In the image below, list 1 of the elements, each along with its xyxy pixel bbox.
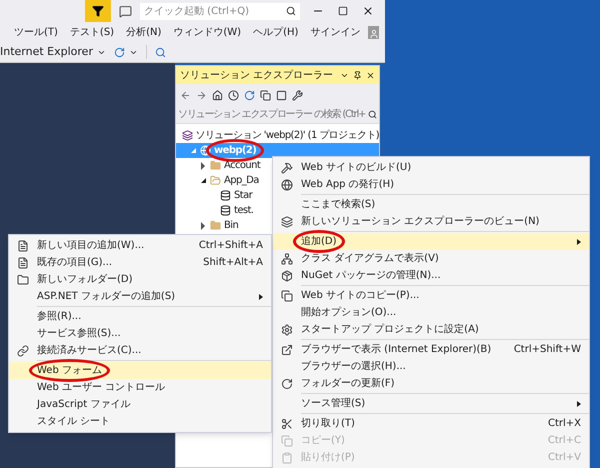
panel-title: ソリューション エクスプローラー — [180, 68, 334, 82]
